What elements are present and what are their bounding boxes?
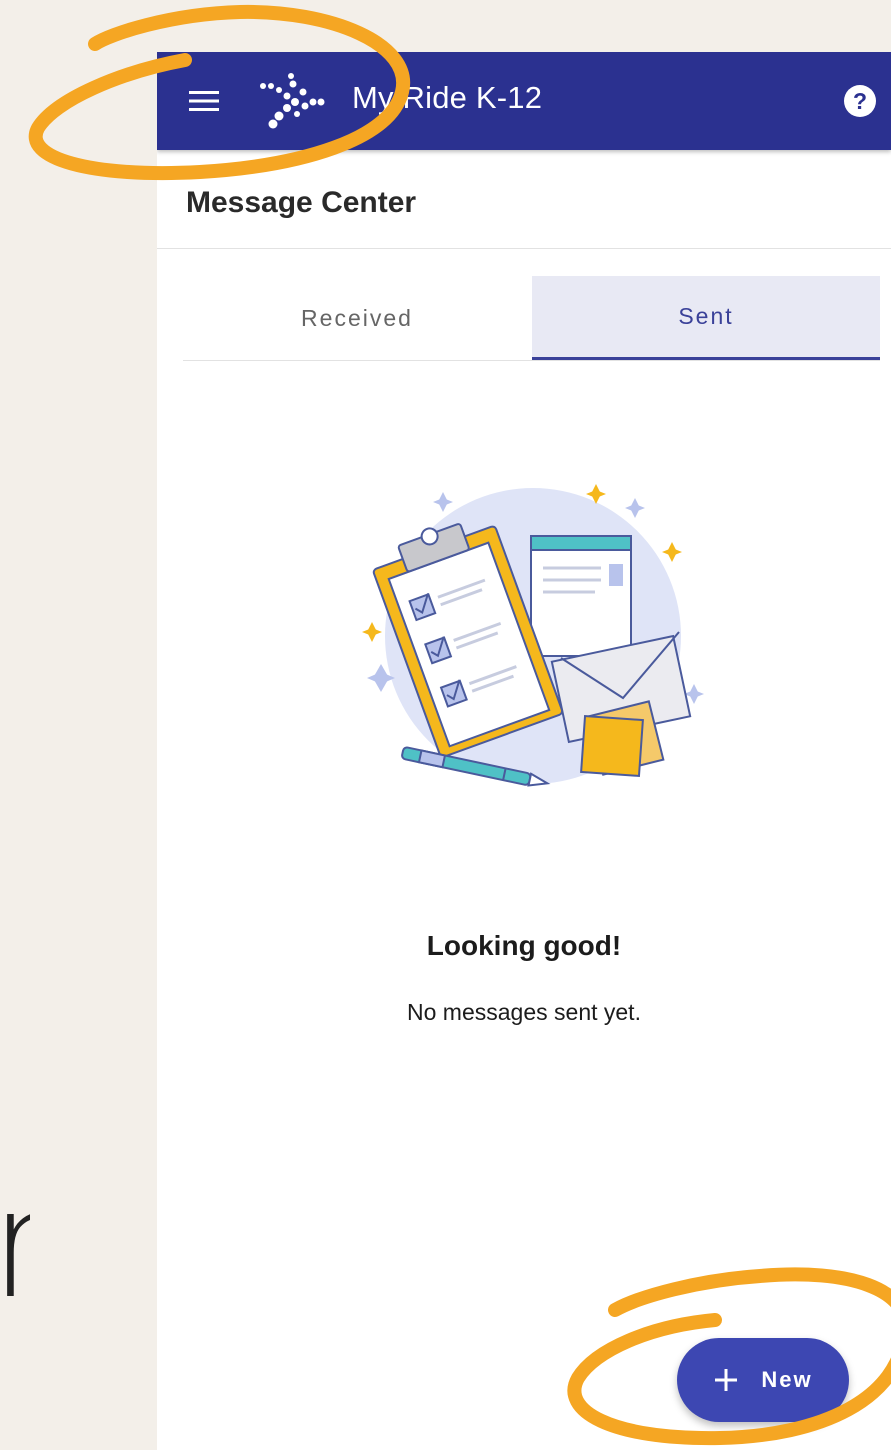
page-title: Message Center — [186, 186, 417, 219]
empty-state-title: Looking good! — [426, 930, 622, 961]
new-message-label: New — [761, 1367, 813, 1392]
svg-text:?: ? — [853, 88, 867, 114]
clipboard-envelope-illustration — [362, 484, 704, 787]
app-screen: My Ride K-12 ? Message Center Received S… — [157, 52, 891, 1450]
empty-state-subtitle: No messages sent yet. — [407, 999, 641, 1025]
background-letter: r — [0, 1170, 30, 1330]
page-header: Message Center — [157, 150, 891, 249]
message-tabs: Received Sent — [183, 276, 880, 361]
app-bar: My Ride K-12 ? — [157, 52, 891, 150]
logo-icon — [260, 73, 325, 129]
tab-received[interactable]: Received — [183, 276, 531, 360]
new-message-button[interactable]: New — [677, 1338, 849, 1422]
menu-icon[interactable] — [189, 89, 219, 113]
plus-icon — [715, 1369, 738, 1391]
tab-sent[interactable]: Sent — [532, 276, 880, 360]
app-title: My Ride K-12 — [352, 80, 543, 115]
help-icon[interactable]: ? — [843, 84, 877, 118]
